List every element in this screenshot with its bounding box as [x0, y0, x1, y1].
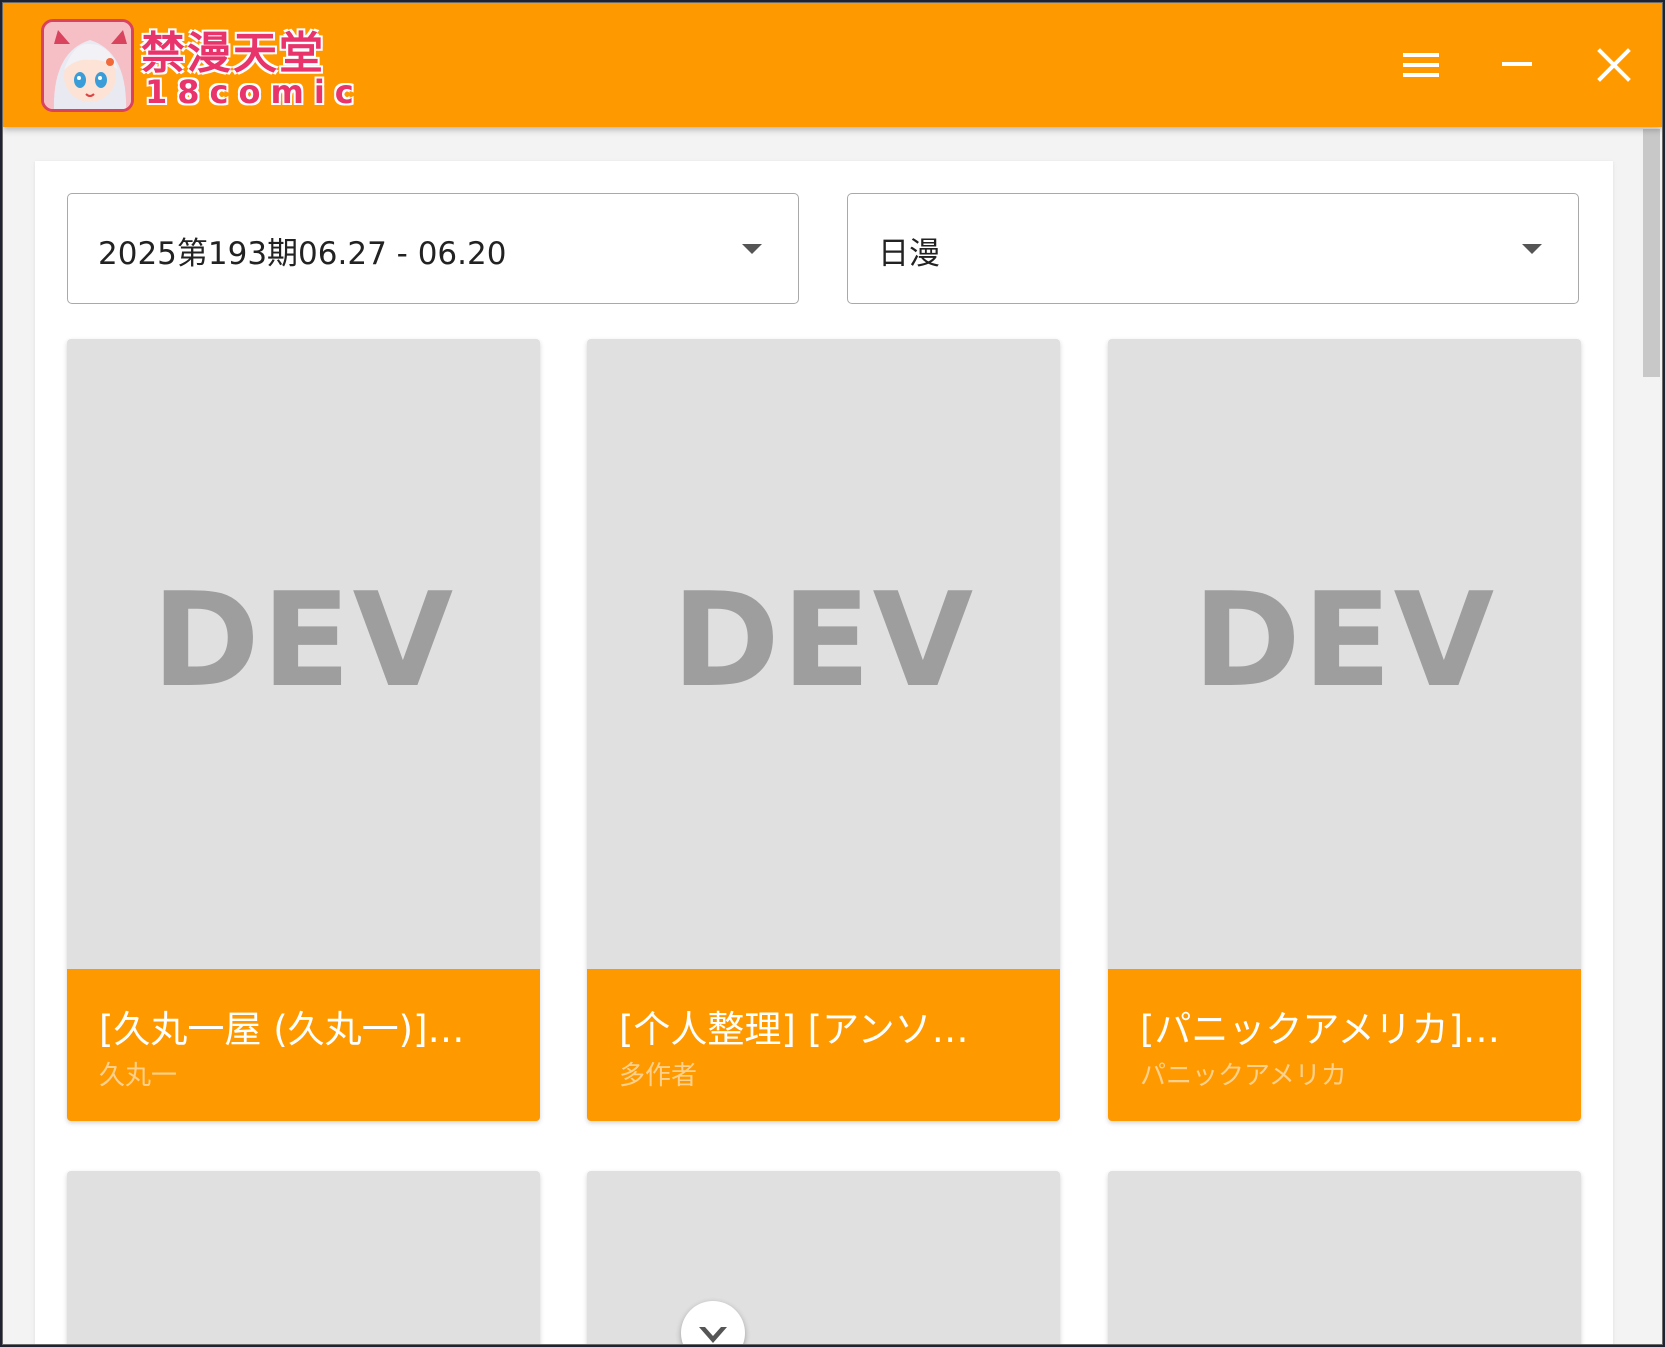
comic-card[interactable]: DEV [パニックアメリカ]… パニックアメリカ [1108, 339, 1581, 1121]
hamburger-menu-icon [1403, 53, 1439, 77]
menu-button[interactable] [1397, 41, 1445, 89]
chevron-down-icon [699, 1327, 727, 1343]
app-logo[interactable]: 禁漫天堂 18comic [41, 17, 354, 113]
scroll-down-button[interactable] [681, 1301, 745, 1344]
category-select-value: 日漫 [878, 236, 940, 272]
comic-card[interactable]: DEV [个人整理] [アンソ… 多作者 [587, 339, 1060, 1121]
title-bar: 禁漫天堂 18comic [3, 3, 1662, 127]
cover-placeholder: DEV [1192, 564, 1497, 716]
comic-card[interactable] [67, 1171, 540, 1344]
cover-placeholder: DEV [671, 564, 976, 716]
logo-mascot [41, 19, 134, 112]
content-panel: 2025第193期06.27 - 06.20 日漫 DEV [久丸一屋 (久丸一… [35, 161, 1613, 1344]
logo-title-cn: 禁漫天堂 [141, 28, 325, 79]
dropdown-arrow-icon [1522, 244, 1542, 254]
vertical-scrollbar[interactable] [1640, 127, 1662, 1344]
comic-title: [久丸一屋 (久丸一)]… [99, 1008, 465, 1051]
comic-author: 多作者 [619, 1061, 698, 1091]
close-icon [1597, 48, 1631, 82]
close-button[interactable] [1590, 41, 1638, 89]
period-select[interactable]: 2025第193期06.27 - 06.20 [67, 193, 799, 304]
card-info: [个人整理] [アンソ… 多作者 [587, 969, 1060, 1121]
logo-title-en: 18comic [145, 73, 364, 111]
comic-title: [个人整理] [アンソ… [619, 1008, 969, 1051]
scrollbar-thumb[interactable] [1643, 129, 1660, 377]
minimize-button[interactable] [1493, 41, 1541, 89]
comic-author: 久丸一 [99, 1061, 178, 1091]
comic-title: [パニックアメリカ]… [1140, 1008, 1501, 1051]
category-select[interactable]: 日漫 [847, 193, 1579, 304]
comic-card[interactable]: DEV [久丸一屋 (久丸一)]… 久丸一 [67, 339, 540, 1121]
app-window: 禁漫天堂 18comic 2025第193期06.27 - 06.20 日漫 D… [2, 2, 1663, 1345]
period-select-value: 2025第193期06.27 - 06.20 [98, 236, 507, 272]
comic-card[interactable] [1108, 1171, 1581, 1344]
card-info: [久丸一屋 (久丸一)]… 久丸一 [67, 969, 540, 1121]
comic-author: パニックアメリカ [1140, 1061, 1347, 1091]
card-info: [パニックアメリカ]… パニックアメリカ [1108, 969, 1581, 1121]
comic-card[interactable] [587, 1171, 1060, 1344]
cover-placeholder: DEV [151, 564, 456, 716]
minimize-icon [1502, 62, 1532, 66]
dropdown-arrow-icon [742, 244, 762, 254]
